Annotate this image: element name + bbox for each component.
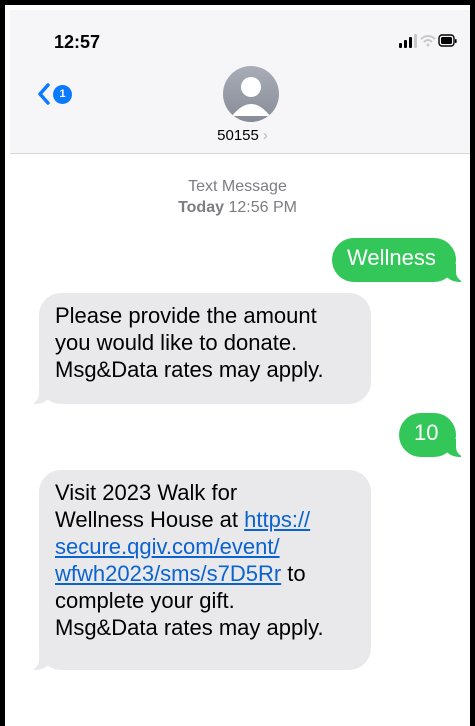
message-text: Wellness: [347, 245, 436, 270]
status-icons: [399, 32, 457, 50]
message-line: Wellness House at https://: [55, 506, 355, 533]
message-line: you would like to donate.: [55, 330, 298, 355]
message-incoming[interactable]: Please provide the amount you would like…: [29, 293, 371, 404]
contact-name: 50155: [217, 127, 259, 144]
status-time: 12:57: [54, 32, 101, 52]
message-outgoing[interactable]: Wellness: [332, 238, 466, 282]
chevron-left-icon: [38, 83, 50, 105]
message-line: Msg&Data rates may apply.: [55, 357, 324, 382]
message-line: Visit 2023 Walk for: [55, 480, 238, 505]
conversation-header: 12:57 1 50155 ›: [10, 10, 470, 154]
service-label: Text Message: [188, 178, 287, 195]
message-line: to: [281, 561, 306, 586]
person-icon: [232, 77, 270, 116]
back-button[interactable]: 1: [37, 83, 72, 105]
contact-avatar[interactable]: [223, 66, 279, 122]
message-outgoing[interactable]: 10: [399, 413, 466, 457]
message-line: Msg&Data rates may apply.: [55, 615, 324, 640]
status-icons-svg: [399, 34, 457, 48]
message-incoming[interactable]: Visit 2023 Walk for Wellness House at ht…: [29, 470, 371, 670]
date-label: Today: [178, 199, 224, 216]
wifi-icon: [420, 35, 436, 47]
signal-icon: [399, 34, 417, 48]
message-text: Please provide the amount you would like…: [55, 302, 355, 383]
phone-screen: 12:57 1 50155 › Text Message Today 12:56…: [0, 0, 475, 726]
message-text: 10: [414, 420, 439, 445]
message-line: Wellness House at: [55, 507, 245, 532]
timestamp: Today 12:56 PM: [5, 197, 470, 218]
message-line: wfwh2023/sms/s7D5Rr to: [55, 560, 355, 587]
message-line: complete your gift.: [55, 588, 235, 613]
battery-icon: [438, 34, 457, 47]
contact-name-button[interactable]: 50155 ›: [10, 127, 470, 144]
unread-badge: 1: [53, 84, 72, 104]
message-text: Visit 2023 Walk for Wellness House at ht…: [55, 479, 355, 641]
message-line: Please provide the amount: [55, 303, 317, 328]
event-link[interactable]: wfwh2023/sms/s7D5Rr: [55, 561, 281, 586]
message-line: secure.qgiv.com/event/: [55, 533, 355, 560]
thread-meta: Text Message Today 12:56 PM: [5, 176, 470, 218]
chevron-right-icon: ›: [262, 127, 268, 144]
time-label: 12:56 PM: [228, 199, 297, 216]
event-link[interactable]: secure.qgiv.com/event/: [55, 534, 280, 559]
event-link[interactable]: https://: [244, 507, 310, 532]
